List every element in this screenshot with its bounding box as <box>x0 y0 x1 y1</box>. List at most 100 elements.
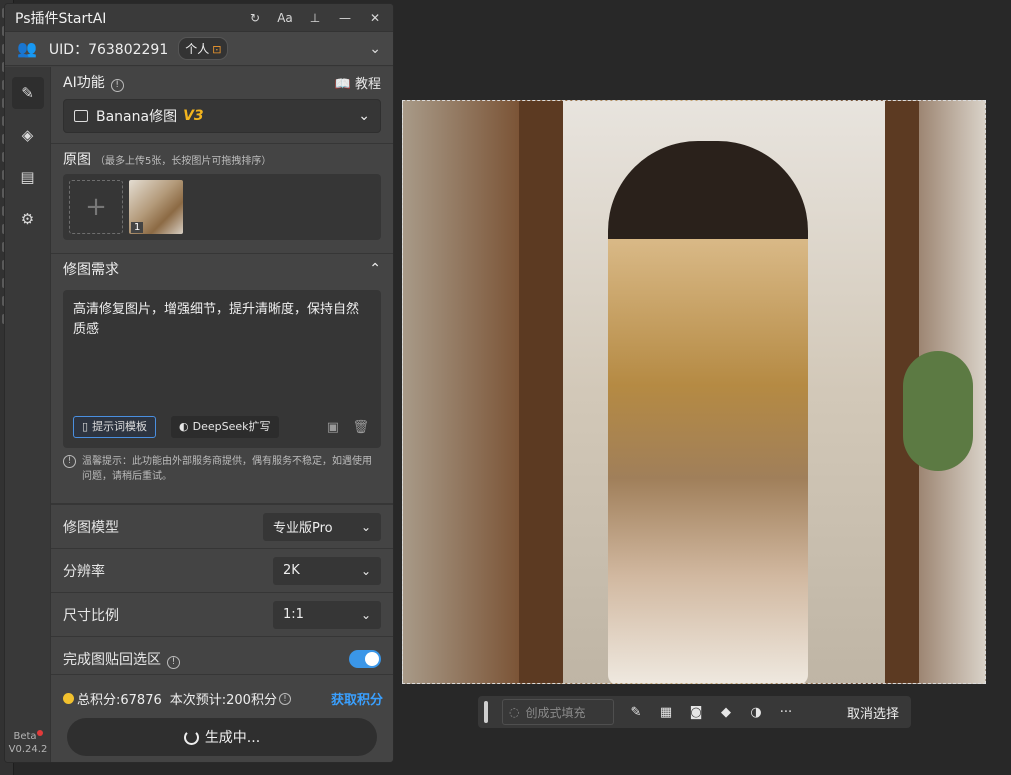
notification-dot <box>36 730 43 736</box>
ai-feature-title: AI功能! <box>63 72 124 92</box>
ai-feature-label: AI功能 <box>63 75 105 91</box>
brush-icon[interactable]: ✎ <box>628 705 644 720</box>
chevron-down-icon: ⌄ <box>360 607 371 622</box>
adjustment-icon[interactable]: ◑ <box>748 705 764 720</box>
feature-select[interactable]: Banana修图 V3 ⌄ <box>63 99 381 133</box>
edit-icon[interactable]: ✎ <box>11 77 44 109</box>
minimize-icon[interactable]: — <box>337 11 353 25</box>
ai-feature-section: AI功能! 📖 教程 Banana修图 V3 ⌄ <box>51 67 393 144</box>
account-type-label: 个人 <box>185 42 210 56</box>
model-label: 修图模型 <box>63 519 119 536</box>
drag-handle[interactable] <box>484 701 488 723</box>
startai-plugin-panel: Ps插件StartAI ↻ Aa ⊥ — ✕ 👥 UID：763802291 个… <box>4 3 394 763</box>
book-icon: 📖 <box>334 76 351 92</box>
mirror-frame-left <box>519 101 563 683</box>
ratio-select[interactable]: 1:1 ⌄ <box>273 600 381 629</box>
clipboard-icon[interactable]: ▤ <box>12 161 44 193</box>
add-image-button[interactable]: + <box>69 180 123 234</box>
info-icon: ! <box>63 455 76 468</box>
font-size-icon[interactable]: Aa <box>277 11 293 25</box>
gear-icon[interactable]: ⚙ <box>12 203 44 235</box>
account-type-badge: 个人 ⊡ <box>178 37 229 60</box>
prompt-textarea[interactable]: 高清修复图片，增强细节，提升清晰度，保持自然质感 ▯ 提示词模板 ◐ DeepS… <box>63 290 381 448</box>
original-image-hint: （最多上传5张，长按图片可拖拽排序） <box>95 155 272 167</box>
chevron-down-icon: ⌄ <box>360 563 371 578</box>
panel-footer: 总积分:67876 本次预计:200积分 ! 获取积分 生成中... <box>51 674 393 762</box>
model-select[interactable]: 专业版Pro ⌄ <box>263 512 381 541</box>
close-icon[interactable]: ✕ <box>367 11 383 25</box>
chevron-down-icon: ⌄ <box>358 108 370 124</box>
uid-label: UID：763802291 <box>48 41 169 58</box>
layers-icon[interactable]: ◈ <box>12 119 44 151</box>
version-info: Beta V0.24.2 <box>5 730 51 756</box>
plugin-content: AI功能! 📖 教程 Banana修图 V3 ⌄ 原图 （最多上传5张，长按图片… <box>51 67 393 762</box>
chevron-down-icon[interactable]: ⌄ <box>369 41 381 57</box>
book-icon: ▯ <box>82 420 89 433</box>
model-row: 修图模型 专业版Pro ⌄ <box>51 504 393 548</box>
person-figure <box>608 141 808 683</box>
prompt-template-button[interactable]: ▯ 提示词模板 <box>73 416 157 438</box>
ratio-row: 尺寸比例 1:1 ⌄ <box>51 592 393 636</box>
chevron-down-icon: ⌄ <box>360 519 371 534</box>
history-icon[interactable]: ▣ <box>327 418 339 438</box>
original-image-header: 原图 （最多上传5张，长按图片可拖拽排序） <box>51 144 393 174</box>
ai-feature-header: AI功能! 📖 教程 <box>51 67 393 97</box>
coin-icon <box>63 693 74 704</box>
original-image-label: 原图 <box>63 152 91 168</box>
titlebar-actions: ↻ Aa ⊥ — ✕ <box>247 11 383 25</box>
ratio-label: 尺寸比例 <box>63 607 119 624</box>
lock-icon: ⊡ <box>212 43 222 56</box>
get-credits-link[interactable]: 获取积分 <box>331 689 383 708</box>
generative-fill-label: 创成式填充 <box>525 705 586 720</box>
document-canvas[interactable] <box>402 100 986 684</box>
thumbnail-index: 1 <box>131 222 144 233</box>
cancel-selection-button[interactable]: 取消选择 <box>841 703 905 722</box>
panel-title: Ps插件StartAI <box>15 10 107 27</box>
estimated-cost: 本次预计:200积分 <box>169 693 277 708</box>
original-image-section: 原图 （最多上传5张，长按图片可拖拽排序） + 1 <box>51 144 393 254</box>
deepseek-expand-button[interactable]: ◐ DeepSeek扩写 <box>171 416 279 438</box>
generative-fill-button[interactable]: ◌ 创成式填充 <box>502 699 614 725</box>
image-icon <box>74 110 88 122</box>
info-icon[interactable]: ! <box>278 692 291 705</box>
image-thumbnail[interactable]: 1 <box>129 180 183 234</box>
plugin-sidebar: ✎ ◈ ▤ ⚙ Beta V0.24.2 <box>5 67 51 762</box>
contextual-task-bar: ◌ 创成式填充 ✎ ▦ ◙ ◆ ◑ ··· 取消选择 <box>478 696 911 728</box>
prompt-header[interactable]: 修图需求 ⌃ <box>51 254 393 284</box>
fill-bucket-icon[interactable]: ◆ <box>718 705 734 720</box>
refresh-icon[interactable]: ↻ <box>247 11 263 25</box>
service-notice: ! 温馨提示：此功能由外部服务商提供，偶有服务不稳定，如遇使用问题，请稍后重试。 <box>51 448 393 490</box>
more-icon[interactable]: ··· <box>778 705 794 720</box>
prompt-section-label: 修图需求 <box>63 262 119 278</box>
paste-back-toggle[interactable] <box>349 649 381 668</box>
user-row[interactable]: 👥 UID：763802291 个人 ⊡ ⌄ <box>5 32 393 66</box>
loading-spinner-icon <box>183 729 199 745</box>
pin-icon[interactable]: ⊥ <box>307 11 323 25</box>
prompt-template-label: 提示词模板 <box>92 420 148 433</box>
panel-titlebar: Ps插件StartAI ↻ Aa ⊥ — ✕ <box>5 4 393 32</box>
transform-selection-icon[interactable]: ▦ <box>658 705 674 720</box>
version-label: V0.24.2 <box>8 744 48 755</box>
tutorial-label: 教程 <box>354 76 381 92</box>
feature-select-label: Banana修图 <box>96 109 178 125</box>
resolution-select[interactable]: 2K ⌄ <box>273 556 381 585</box>
tutorial-link[interactable]: 📖 教程 <box>335 73 381 92</box>
resolution-row: 分辨率 2K ⌄ <box>51 548 393 592</box>
users-icon: 👥 <box>17 39 37 58</box>
thumbnail-list: + 1 <box>63 174 381 240</box>
ratio-value: 1:1 <box>283 607 304 622</box>
prompt-section: 修图需求 ⌃ 高清修复图片，增强细节，提升清晰度，保持自然质感 ▯ 提示词模板 … <box>51 254 393 504</box>
generate-button[interactable]: 生成中... <box>67 718 377 756</box>
credits-row: 总积分:67876 本次预计:200积分 ! 获取积分 <box>51 675 393 708</box>
whale-icon: ◐ <box>179 420 189 433</box>
plant <box>903 351 973 471</box>
mask-icon[interactable]: ◙ <box>688 705 704 720</box>
generate-label: 生成中... <box>204 730 261 746</box>
chevron-up-icon[interactable]: ⌃ <box>369 261 381 277</box>
info-icon[interactable]: ! <box>167 655 180 669</box>
resolution-value: 2K <box>283 563 300 578</box>
paste-back-label: 完成图贴回选区 <box>63 651 161 668</box>
notice-text: 温馨提示：此功能由外部服务商提供，偶有服务不稳定，如遇使用问题，请稍后重试。 <box>82 456 372 482</box>
trash-icon[interactable]: 🗑 <box>352 418 369 438</box>
info-icon[interactable]: ! <box>110 79 124 92</box>
